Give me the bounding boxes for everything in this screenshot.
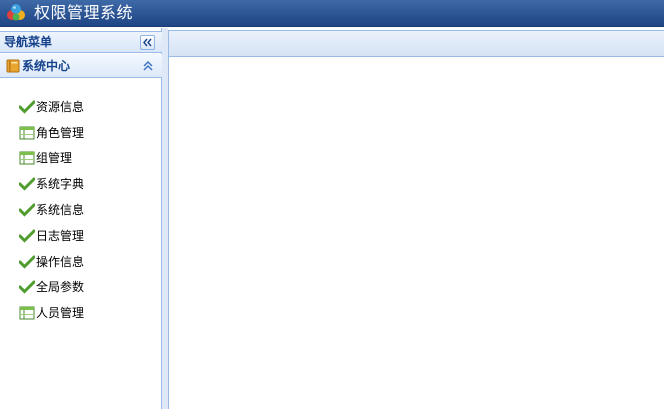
content-area (168, 57, 664, 409)
table-icon (19, 306, 35, 320)
colored-spheres-logo-icon (7, 4, 25, 21)
nav-item-operation-info[interactable]: 操作信息 (0, 249, 160, 275)
table-icon (19, 151, 35, 165)
nav-item-label: 操作信息 (36, 254, 85, 269)
nav-item-system-dictionary[interactable]: 系统字典 (0, 171, 160, 197)
nav-item-label: 组管理 (36, 151, 73, 166)
section-header-system-center[interactable]: 系统中心 (0, 54, 162, 78)
nav-item-group-management[interactable]: 组管理 (0, 146, 160, 172)
check-icon (19, 280, 35, 295)
nav-item-log-management[interactable]: 日志管理 (0, 223, 160, 249)
table-icon (19, 126, 35, 140)
nav-item-label: 日志管理 (36, 228, 85, 243)
check-icon (19, 177, 35, 191)
nav-menu-list: 资源信息 角色管理 组管理 系统字典 系统信息 日志管理 操作信息 全局参数 人… (0, 94, 160, 326)
check-icon (19, 255, 35, 269)
nav-item-label: 系统信息 (36, 203, 85, 218)
nav-header: 导航菜单 (0, 31, 162, 53)
nav-item-role-management[interactable]: 角色管理 (0, 120, 160, 146)
double-chevron-up-icon[interactable] (142, 59, 154, 73)
app-window: 权限管理系统 导航菜单 系统中心 资源信息 角色管理 组管理 系统字典 系统信息… (0, 0, 664, 409)
check-icon (19, 100, 35, 114)
collapse-nav-button[interactable] (140, 35, 155, 50)
app-title: 权限管理系统 (34, 3, 134, 22)
double-chevron-left-icon (143, 38, 152, 47)
title-bar: 权限管理系统 (0, 0, 664, 27)
nav-item-label: 资源信息 (36, 99, 85, 114)
nav-panel: 导航菜单 系统中心 资源信息 角色管理 组管理 系统字典 系统信息 日志管理 操… (0, 28, 162, 409)
content-header (168, 30, 664, 57)
check-icon (19, 203, 35, 217)
check-icon (19, 229, 35, 243)
section-title: 系统中心 (22, 59, 71, 73)
nav-item-global-params[interactable]: 全局参数 (0, 275, 160, 301)
nav-item-user-management[interactable]: 人员管理 (0, 300, 160, 326)
nav-item-system-info[interactable]: 系统信息 (0, 197, 160, 223)
nav-item-label: 系统字典 (36, 177, 85, 192)
nav-item-label: 角色管理 (36, 125, 85, 140)
nav-title: 导航菜单 (4, 35, 53, 49)
nav-item-label: 全局参数 (36, 280, 85, 295)
nav-item-resource-info[interactable]: 资源信息 (0, 94, 160, 120)
book-icon (6, 59, 20, 73)
nav-item-label: 人员管理 (36, 306, 85, 321)
